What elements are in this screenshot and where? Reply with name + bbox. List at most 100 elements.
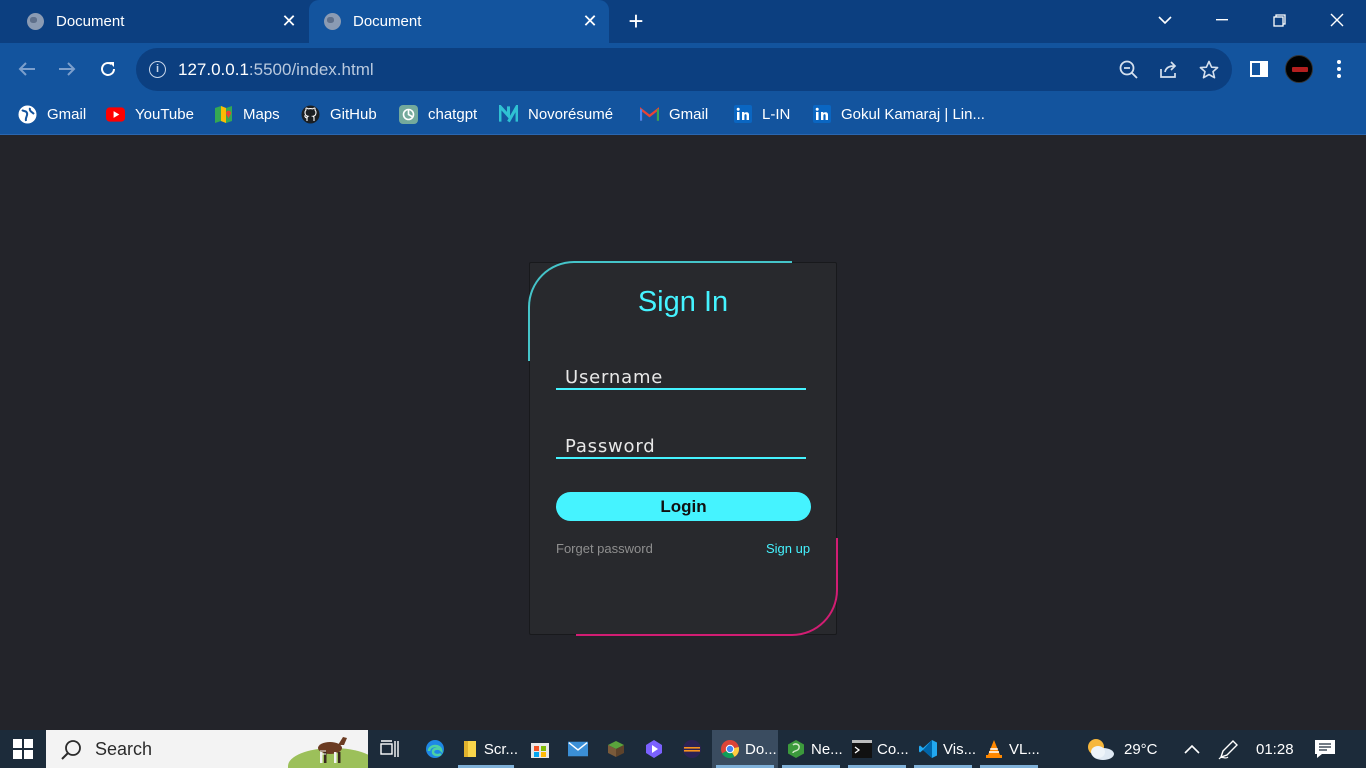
zoom-out-icon[interactable] — [1118, 59, 1140, 81]
restore-icon[interactable] — [1251, 0, 1307, 40]
bookmark-label: Maps — [243, 105, 280, 123]
taskbar-search[interactable]: Search — [46, 730, 368, 768]
bookmark-label: chatgpt — [428, 105, 478, 123]
bookmark-label: Gmail — [669, 105, 709, 123]
taskbar-app-label: Do... — [745, 740, 777, 758]
bookmark-label: YouTube — [135, 105, 194, 123]
task-view-button[interactable] — [372, 730, 408, 768]
bookmarks-bar: Gmail YouTube Maps GitHub chatgpt Novoré… — [0, 95, 1366, 135]
eclipse-taskbar-button[interactable] — [674, 730, 710, 768]
novoresume-icon — [499, 105, 518, 124]
bookmark-label: L-IN — [762, 105, 791, 123]
vlc-icon — [984, 739, 1004, 759]
browser-tab[interactable]: Document ✕ — [12, 0, 308, 43]
windows-icon — [12, 739, 33, 759]
browser-tab-strip: Document ✕ Document ✕ + — [0, 0, 1366, 43]
vscode-taskbar-button[interactable]: Vis... — [910, 730, 976, 768]
tab-search-icon[interactable] — [1137, 0, 1193, 40]
login-button[interactable]: Login — [556, 492, 811, 521]
profile-avatar[interactable] — [1285, 55, 1313, 83]
bookmark-label: Gokul Kamaraj | Lin... — [841, 105, 985, 123]
browser-tab-active[interactable]: Document ✕ — [309, 0, 609, 43]
globe-icon — [18, 105, 37, 124]
bookmark-gmail[interactable]: Gmail — [18, 103, 86, 125]
tab-title: Document — [56, 13, 125, 30]
chrome-icon — [720, 739, 740, 759]
file-explorer-taskbar-button[interactable]: Scr... — [454, 730, 518, 768]
url-text: 127.0.0.1:5500/index.html — [178, 60, 374, 80]
browser-toolbar: i 127.0.0.1:5500/index.html — [0, 43, 1366, 95]
close-tab-icon[interactable]: ✕ — [579, 11, 601, 32]
weather-widget[interactable]: 29°C — [1084, 730, 1158, 768]
new-tab-icon[interactable]: + — [622, 6, 650, 36]
bookmark-star-icon[interactable] — [1198, 59, 1220, 81]
forget-password-link[interactable]: Forget password — [556, 541, 653, 556]
reload-icon[interactable] — [94, 55, 122, 83]
bookmark-label: GitHub — [330, 105, 377, 123]
minimize-icon[interactable] — [1194, 0, 1250, 40]
page-content: Sign In Username Password Login Forget p… — [0, 136, 1366, 730]
grass-block-icon — [606, 739, 626, 759]
chrome-taskbar-button[interactable]: Do... — [712, 730, 778, 768]
notifications-button[interactable] — [1314, 730, 1336, 768]
username-field[interactable]: Username — [556, 356, 806, 390]
command-prompt-taskbar-button[interactable]: Co... — [844, 730, 910, 768]
store-icon — [530, 739, 550, 759]
bookmark-maps[interactable]: Maps — [214, 103, 280, 125]
site-info-icon[interactable]: i — [149, 61, 166, 78]
sign-up-link[interactable]: Sign up — [766, 541, 810, 556]
minecraft-taskbar-button[interactable] — [598, 730, 634, 768]
mail-taskbar-button[interactable] — [560, 730, 596, 768]
pen-workspace-button[interactable] — [1218, 730, 1240, 768]
tab-title: Document — [353, 13, 422, 30]
close-window-icon[interactable] — [1309, 0, 1365, 40]
node-taskbar-button[interactable]: Ne... — [778, 730, 844, 768]
notification-icon — [1315, 740, 1335, 758]
maps-icon — [214, 105, 233, 124]
bookmark-linkedin-profile[interactable]: Gokul Kamaraj | Lin... — [812, 103, 985, 125]
address-bar[interactable]: i 127.0.0.1:5500/index.html — [136, 48, 1232, 91]
linkedin-icon — [812, 105, 831, 124]
bookmark-github[interactable]: GitHub — [301, 103, 377, 125]
youtube-icon — [106, 105, 125, 124]
bookmark-gmail-2[interactable]: Gmail — [640, 103, 708, 125]
edge-taskbar-button[interactable] — [417, 730, 453, 768]
back-icon[interactable] — [13, 55, 41, 83]
chatgpt-icon — [399, 104, 418, 124]
password-field[interactable]: Password — [556, 425, 806, 459]
forward-icon[interactable] — [53, 55, 81, 83]
taskbar-app-label: Co... — [877, 740, 909, 758]
mail-icon — [568, 739, 588, 759]
store-taskbar-button[interactable] — [522, 730, 558, 768]
clipchamp-icon — [644, 739, 664, 759]
chevron-up-icon — [1184, 744, 1200, 754]
clock[interactable]: 01:28 — [1256, 730, 1294, 768]
show-hidden-icons-button[interactable] — [1184, 730, 1200, 768]
temperature-label: 29°C — [1124, 740, 1158, 758]
bookmark-linkedin[interactable]: L-IN — [733, 103, 790, 125]
terminal-icon — [852, 739, 872, 759]
clipchamp-taskbar-button[interactable] — [636, 730, 672, 768]
password-label: Password — [565, 436, 656, 457]
close-tab-icon[interactable]: ✕ — [278, 11, 300, 32]
browser-menu-icon[interactable] — [1325, 55, 1353, 83]
bookmark-novoresume[interactable]: Novorésumé — [499, 103, 613, 125]
okapi-illustration-icon — [318, 737, 347, 763]
folder-icon — [462, 739, 479, 759]
weather-cloud-sun-icon — [1088, 739, 1114, 760]
sign-in-title: Sign In — [637, 286, 729, 318]
bookmark-chatgpt[interactable]: chatgpt — [399, 103, 477, 125]
vscode-icon — [918, 739, 938, 759]
bookmark-youtube[interactable]: YouTube — [106, 103, 194, 125]
gmail-icon — [640, 105, 659, 124]
globe-icon — [27, 13, 44, 30]
bookmark-label: Novorésumé — [528, 105, 614, 123]
share-icon[interactable] — [1158, 59, 1180, 81]
side-panel-icon[interactable] — [1245, 55, 1273, 83]
taskbar-app-label: Ne... — [811, 740, 843, 758]
start-button[interactable] — [0, 730, 45, 768]
search-icon — [61, 740, 81, 760]
eclipse-icon — [682, 739, 702, 759]
vlc-taskbar-button[interactable]: VL... — [976, 730, 1042, 768]
taskbar-app-label: VL... — [1009, 740, 1040, 758]
